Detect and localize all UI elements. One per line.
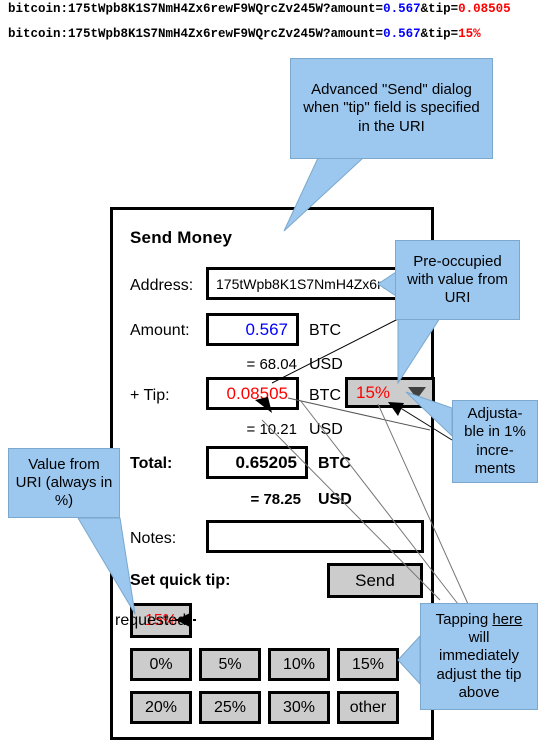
callout-value-from-uri: Value from URI (always in %) [8, 448, 120, 518]
callout-tapping-pre: Tapping [435, 610, 493, 628]
quick-tip-button-1[interactable]: 5% [199, 648, 261, 681]
uri-tip-value: 15% [458, 27, 481, 41]
tip-conversion-value: = 10.21 [246, 421, 297, 438]
quick-tip-button-label: 30% [282, 698, 316, 716]
uri-tip-param: &tip= [420, 27, 459, 41]
tip-unit: BTC [309, 387, 341, 404]
callout-tapping-post: will immediately adjust the tip above [436, 629, 522, 701]
uri-prefix: bitcoin:175tWpb8K1S7NmH4Zx6rewF9WQrcZv24… [8, 2, 384, 16]
callout-advanced-dialog: Advanced "Send" dialog when "tip" field … [290, 58, 493, 159]
quick-tip-button-5[interactable]: 25% [199, 691, 261, 724]
send-button-label: Send [355, 570, 395, 590]
tip-percent-dropdown[interactable]: 15% [345, 377, 435, 408]
callout-adjustable-text: Adjusta- ble in 1% incre- ments [464, 404, 526, 477]
quick-tip-button-label: 0% [149, 655, 173, 673]
uri-example-percent-tip: bitcoin:175tWpb8K1S7NmH4Zx6rewF9WQrcZv24… [8, 27, 481, 41]
tip-input-value: 0.08505 [226, 383, 288, 403]
quick-tip-button-label: 5% [218, 655, 242, 673]
callout-tapping-link: here [492, 610, 523, 628]
quick-tip-button-4[interactable]: 20% [130, 691, 192, 724]
tip-input[interactable]: 0.08505 [206, 377, 299, 410]
amount-label: Amount: [130, 322, 190, 339]
uri-example-absolute-tip: bitcoin:175tWpb8K1S7NmH4Zx6rewF9WQrcZv24… [8, 2, 511, 16]
uri-amount-value: 0.567 [383, 2, 421, 16]
amount-conversion-value: = 68.04 [246, 356, 297, 373]
quick-tip-button-6[interactable]: 30% [268, 691, 330, 724]
callout-preoccupied-text: Pre-occupied with value from URI [407, 252, 508, 307]
callout-tapping-here-text: Tapping here will immediately adjust the… [427, 611, 531, 702]
chevron-down-icon [408, 386, 426, 399]
total-conversion-value: = 78.25 [250, 491, 301, 508]
requested-annotation-label: requested [115, 612, 187, 629]
send-button[interactable]: Send [327, 563, 423, 598]
quick-tip-button-label: 10% [282, 655, 316, 673]
quick-tip-button-label: 20% [144, 698, 178, 716]
total-value-box: 0.65205 [206, 446, 308, 479]
callout-advanced-dialog-text: Advanced "Send" dialog when "tip" field … [303, 81, 480, 135]
total-unit: BTC [318, 455, 351, 472]
quick-tip-button-label: 15% [351, 655, 385, 673]
total-conversion-unit: USD [318, 491, 352, 508]
tip-percent-dropdown-value: 15% [356, 382, 391, 402]
quick-tip-button-0[interactable]: 0% [130, 648, 192, 681]
amount-input-value: 0.567 [245, 319, 288, 339]
amount-conversion-unit: USD [309, 356, 343, 373]
address-input-value: 175tWpb8K1S7NmH4Zx6rew [216, 275, 400, 292]
quick-tip-button-7[interactable]: other [337, 691, 399, 724]
quick-tip-button-2[interactable]: 10% [268, 648, 330, 681]
notes-input[interactable] [206, 520, 424, 553]
total-value: 0.65205 [235, 452, 297, 472]
callout-preoccupied: Pre-occupied with value from URI [395, 240, 520, 320]
notes-label: Notes: [130, 530, 177, 547]
address-label: Address: [130, 277, 194, 294]
tip-label: + Tip: [130, 387, 170, 404]
quick-tip-button-3[interactable]: 15% [337, 648, 399, 681]
callout-tapping-here: Tapping here will immediately adjust the… [420, 603, 538, 710]
screenshot-root: bitcoin:175tWpb8K1S7NmH4Zx6rewF9WQrcZv24… [0, 0, 543, 748]
uri-amount-value: 0.567 [383, 27, 421, 41]
dialog-title: Send Money [130, 228, 233, 247]
uri-tip-param: &tip= [420, 2, 459, 16]
tip-conversion-unit: USD [309, 421, 343, 438]
amount-input[interactable]: 0.567 [206, 313, 299, 346]
total-label: Total: [130, 455, 173, 472]
quick-tip-button-label: 25% [213, 698, 247, 716]
quick-tip-button-label: other [349, 698, 387, 716]
callout-value-from-uri-text: Value from URI (always in %) [15, 455, 113, 510]
uri-tip-value: 0.08505 [458, 2, 511, 16]
send-money-dialog: Send Money Address: 175tWpb8K1S7NmH4Zx6r… [110, 207, 435, 740]
amount-unit: BTC [309, 322, 341, 339]
callout-adjustable: Adjusta- ble in 1% incre- ments [452, 400, 538, 483]
quick-tip-label: Set quick tip: [130, 572, 231, 589]
uri-prefix: bitcoin:175tWpb8K1S7NmH4Zx6rewF9WQrcZv24… [8, 27, 384, 41]
